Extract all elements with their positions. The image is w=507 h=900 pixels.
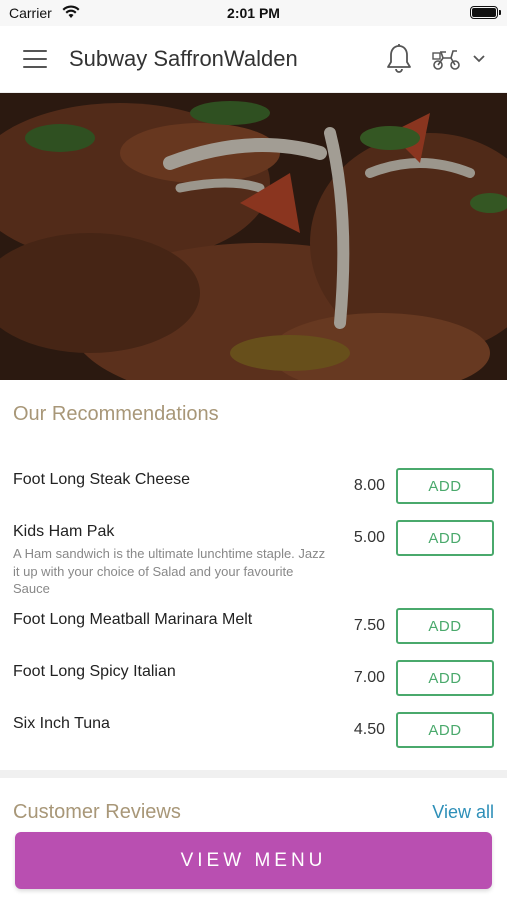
clock: 2:01 PM	[227, 5, 280, 21]
bell-icon[interactable]	[385, 43, 413, 75]
add-button[interactable]: ADD	[396, 468, 494, 504]
view-menu-button[interactable]: VIEW MENU	[15, 832, 492, 889]
add-button[interactable]: ADD	[396, 712, 494, 748]
item-description: A Ham sandwich is the ultimate lunchtime…	[13, 546, 326, 596]
recommendations-list: Foot Long Steak Cheese 8.00 ADD Kids Ham…	[0, 460, 507, 756]
recommendations-title: Our Recommendations	[13, 403, 219, 425]
item-name: Foot Long Spicy Italian	[13, 663, 176, 680]
item-name: Foot Long Steak Cheese	[13, 471, 191, 488]
item-price: 5.00	[353, 529, 385, 546]
item-price: 8.00	[353, 477, 385, 494]
delivery-scooter-icon[interactable]	[431, 47, 461, 71]
add-button[interactable]: ADD	[396, 520, 494, 556]
view-all-link[interactable]: View all	[432, 802, 494, 823]
item-price: 7.00	[353, 669, 385, 686]
page-title: Subway SaffronWalden	[69, 46, 298, 71]
app-header: Subway SaffronWalden	[0, 26, 507, 93]
item-name: Six Inch Tuna	[13, 715, 110, 732]
list-item: Foot Long Steak Cheese 8.00 ADD	[0, 460, 507, 512]
list-item: Foot Long Meatball Marinara Melt 7.50 AD…	[0, 600, 507, 652]
item-name: Kids Ham Pak	[13, 523, 115, 540]
hamburger-menu-icon[interactable]	[23, 50, 47, 68]
item-price: 4.50	[353, 721, 385, 738]
list-item: Kids Ham Pak A Ham sandwich is the ultim…	[0, 512, 507, 600]
reviews-title: Customer Reviews	[13, 801, 181, 823]
status-bar: Carrier 2:01 PM	[0, 0, 507, 26]
add-button[interactable]: ADD	[396, 608, 494, 644]
section-divider	[0, 770, 507, 778]
hero-food-image	[0, 93, 507, 380]
list-item: Foot Long Spicy Italian 7.00 ADD	[0, 652, 507, 704]
chevron-down-icon[interactable]	[472, 53, 486, 63]
add-button[interactable]: ADD	[396, 660, 494, 696]
battery-icon	[470, 6, 501, 19]
item-name: Foot Long Meatball Marinara Melt	[13, 611, 253, 628]
item-price: 7.50	[353, 617, 385, 634]
list-item: Six Inch Tuna 4.50 ADD	[0, 704, 507, 756]
